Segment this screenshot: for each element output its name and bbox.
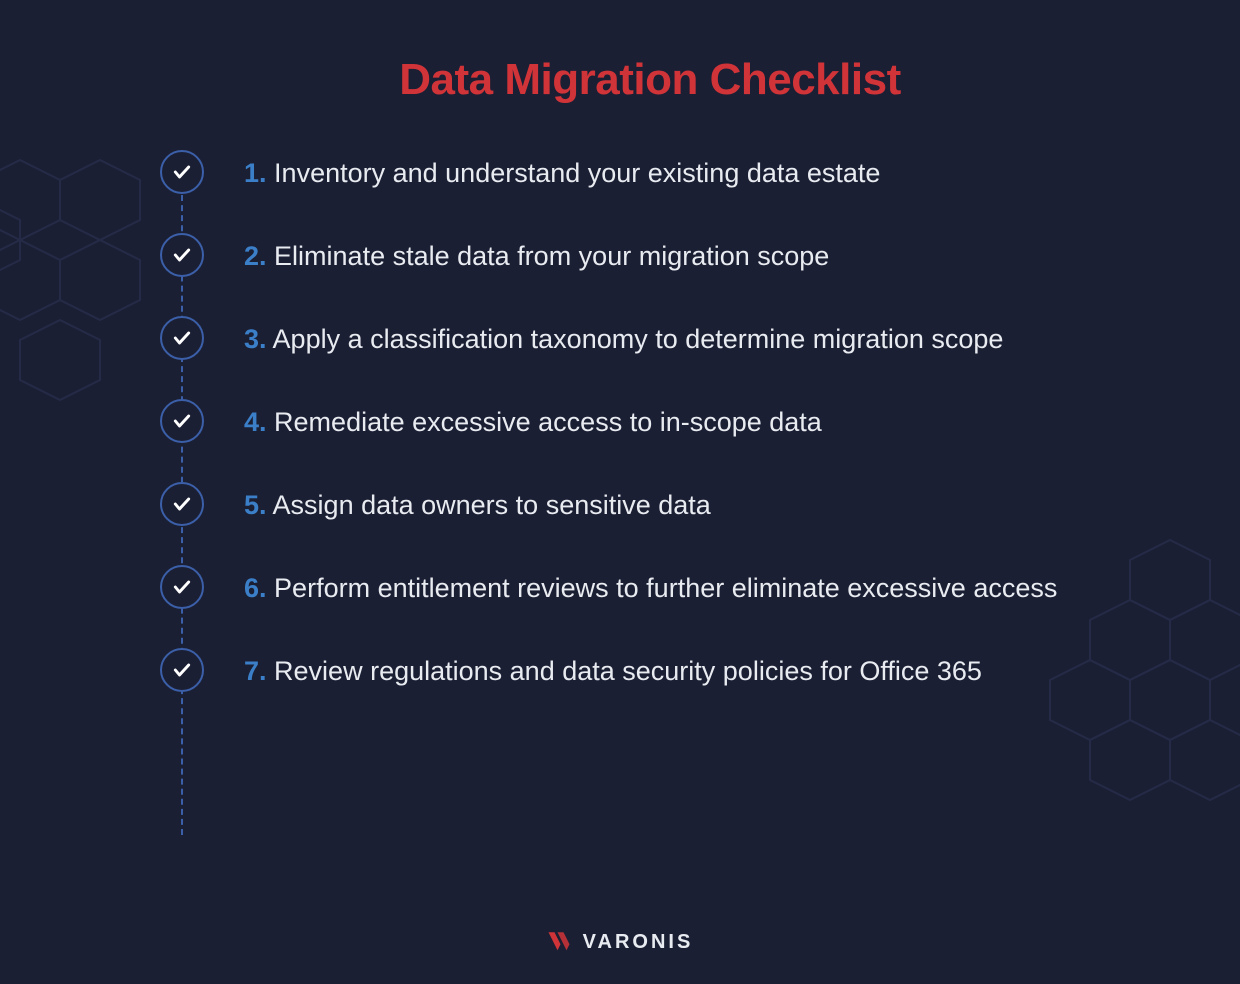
item-text: 1. Inventory and understand your existin… [244,155,880,191]
check-icon [160,482,204,526]
brand-logo: VARONIS [0,930,1240,954]
item-text: 3. Apply a classification taxonomy to de… [244,321,1003,357]
item-number: 7. [244,656,267,686]
item-number: 3. [244,324,267,354]
item-text: 2. Eliminate stale data from your migrat… [244,238,829,274]
item-number: 5. [244,490,267,520]
item-number: 4. [244,407,267,437]
item-text: 4. Remediate excessive access to in-scop… [244,404,822,440]
checklist-item: 6. Perform entitlement reviews to furthe… [160,570,1140,609]
item-text: 6. Perform entitlement reviews to furthe… [244,570,1057,606]
main-container: Data Migration Checklist 1. Inventory an… [0,0,1240,692]
checklist-item: 7. Review regulations and data security … [160,653,1140,692]
item-body: Inventory and understand your existing d… [274,158,880,188]
checklist-item: 4. Remediate excessive access to in-scop… [160,404,1140,443]
check-icon [160,648,204,692]
item-number: 2. [244,241,267,271]
item-body: Apply a classification taxonomy to deter… [273,324,1004,354]
item-body: Review regulations and data security pol… [274,656,982,686]
item-body: Perform entitlement reviews to further e… [274,573,1057,603]
logo-icon [547,930,577,954]
checklist-item: 2. Eliminate stale data from your migrat… [160,238,1140,277]
check-icon [160,233,204,277]
item-text: 5. Assign data owners to sensitive data [244,487,711,523]
item-body: Remediate excessive access to in-scope d… [274,407,822,437]
item-text: 7. Review regulations and data security … [244,653,982,689]
check-icon [160,150,204,194]
checklist-item: 5. Assign data owners to sensitive data [160,487,1140,526]
item-number: 6. [244,573,267,603]
item-body: Eliminate stale data from your migration… [274,241,829,271]
checklist-item: 1. Inventory and understand your existin… [160,155,1140,194]
check-icon [160,399,204,443]
page-title: Data Migration Checklist [160,55,1140,105]
check-icon [160,565,204,609]
item-body: Assign data owners to sensitive data [273,490,711,520]
check-icon [160,316,204,360]
logo-text: VARONIS [583,931,694,954]
item-number: 1. [244,158,267,188]
checklist-item: 3. Apply a classification taxonomy to de… [160,321,1140,360]
checklist: 1. Inventory and understand your existin… [160,155,1140,692]
